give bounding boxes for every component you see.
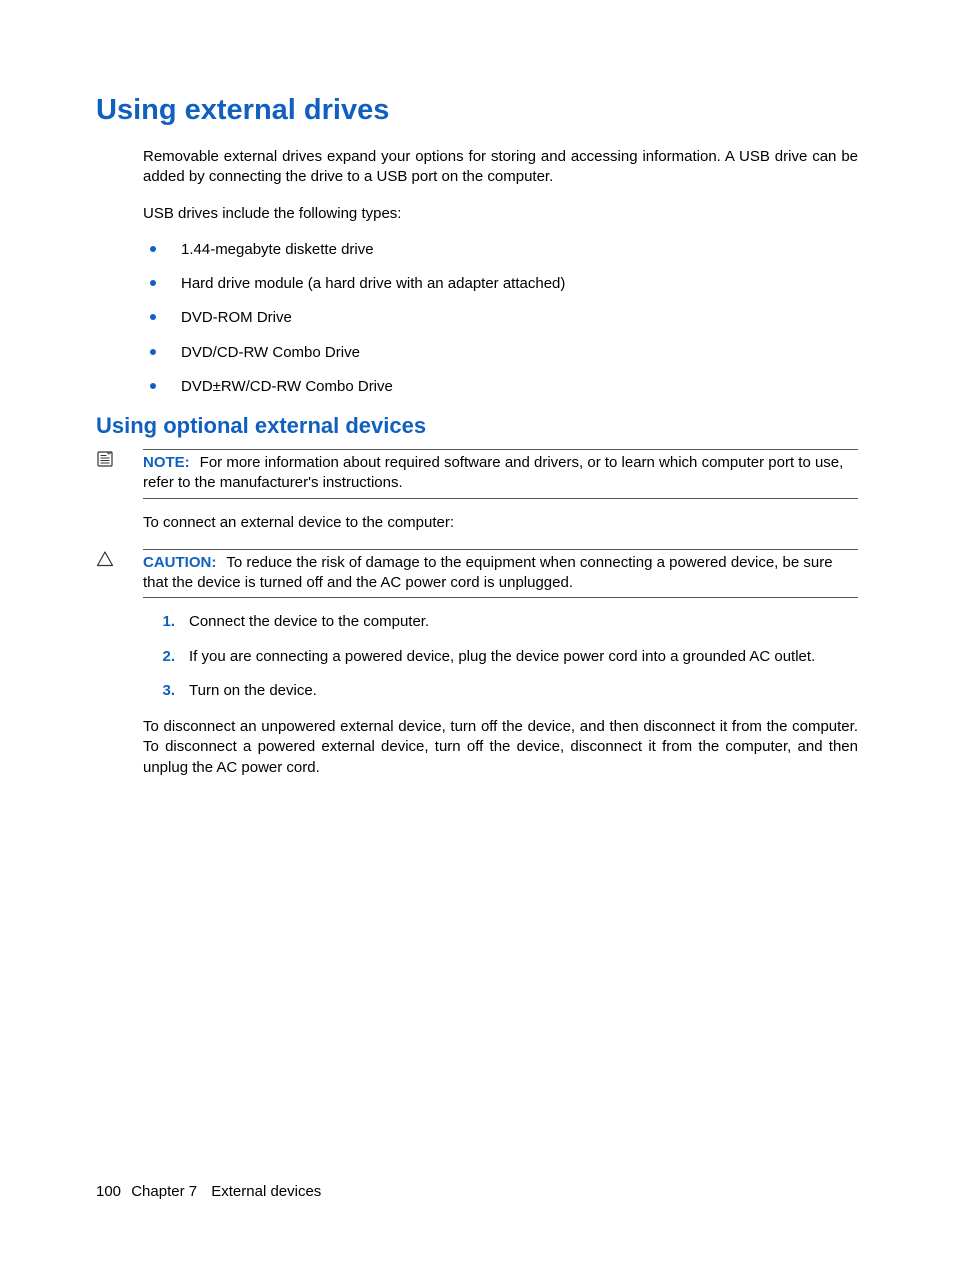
intro-block: Removable external drives expand your op…: [143, 147, 858, 397]
caution-body: CAUTION:To reduce the risk of damage to …: [143, 549, 858, 599]
steps-block: 1.Connect the device to the computer. 2.…: [143, 612, 858, 778]
list-item-text: DVD-ROM Drive: [181, 309, 292, 326]
bullet-icon: [150, 280, 156, 286]
bullet-icon: [150, 383, 156, 389]
step-item: 2.If you are connecting a powered device…: [143, 647, 858, 667]
bullet-icon: [150, 314, 156, 320]
list-item: DVD-ROM Drive: [143, 308, 858, 328]
intro-paragraph-1: Removable external drives expand your op…: [143, 147, 858, 188]
note-body: NOTE:For more information about required…: [143, 449, 858, 499]
caution-callout: CAUTION:To reduce the risk of damage to …: [120, 549, 858, 599]
list-item-text: Hard drive module (a hard drive with an …: [181, 275, 565, 292]
list-item-text: DVD±RW/CD-RW Combo Drive: [181, 378, 393, 395]
step-text: Connect the device to the computer.: [189, 613, 429, 630]
list-item-text: DVD/CD-RW Combo Drive: [181, 344, 360, 361]
step-item: 3.Turn on the device.: [143, 681, 858, 701]
list-item: Hard drive module (a hard drive with an …: [143, 274, 858, 294]
step-number: 2.: [135, 647, 175, 667]
caution-label: CAUTION:: [143, 554, 216, 571]
step-number: 1.: [135, 612, 175, 632]
note-icon: [96, 450, 114, 468]
step-text: If you are connecting a powered device, …: [189, 648, 815, 665]
page-content: Using external drives Removable external…: [96, 94, 858, 794]
page-number: 100: [96, 1183, 121, 1200]
usb-drive-types-list: 1.44-megabyte diskette drive Hard drive …: [143, 240, 858, 397]
note-text: For more information about required soft…: [143, 454, 843, 491]
bullet-icon: [150, 246, 156, 252]
chapter-label: Chapter 7: [131, 1183, 197, 1200]
list-item: DVD/CD-RW Combo Drive: [143, 343, 858, 363]
heading-using-optional-external-devices: Using optional external devices: [96, 413, 858, 439]
heading-using-external-drives: Using external drives: [96, 94, 858, 127]
list-item: DVD±RW/CD-RW Combo Drive: [143, 377, 858, 397]
list-item: 1.44-megabyte diskette drive: [143, 240, 858, 260]
intro-paragraph-2: USB drives include the following types:: [143, 204, 858, 224]
chapter-title: External devices: [211, 1183, 321, 1200]
note-label: NOTE:: [143, 454, 190, 471]
caution-text: To reduce the risk of damage to the equi…: [143, 554, 833, 591]
page-footer: 100 Chapter 7 External devices: [96, 1183, 321, 1200]
list-item-text: 1.44-megabyte diskette drive: [181, 241, 374, 258]
step-item: 1.Connect the device to the computer.: [143, 612, 858, 632]
note-callout: NOTE:For more information about required…: [120, 449, 858, 499]
disconnect-paragraph: To disconnect an unpowered external devi…: [143, 717, 858, 778]
bullet-icon: [150, 349, 156, 355]
step-text: Turn on the device.: [189, 682, 317, 699]
connect-intro: To connect an external device to the com…: [143, 513, 858, 533]
step-number: 3.: [135, 681, 175, 701]
caution-icon: [96, 550, 114, 568]
connect-steps: 1.Connect the device to the computer. 2.…: [143, 612, 858, 701]
connect-block: To connect an external device to the com…: [143, 513, 858, 533]
